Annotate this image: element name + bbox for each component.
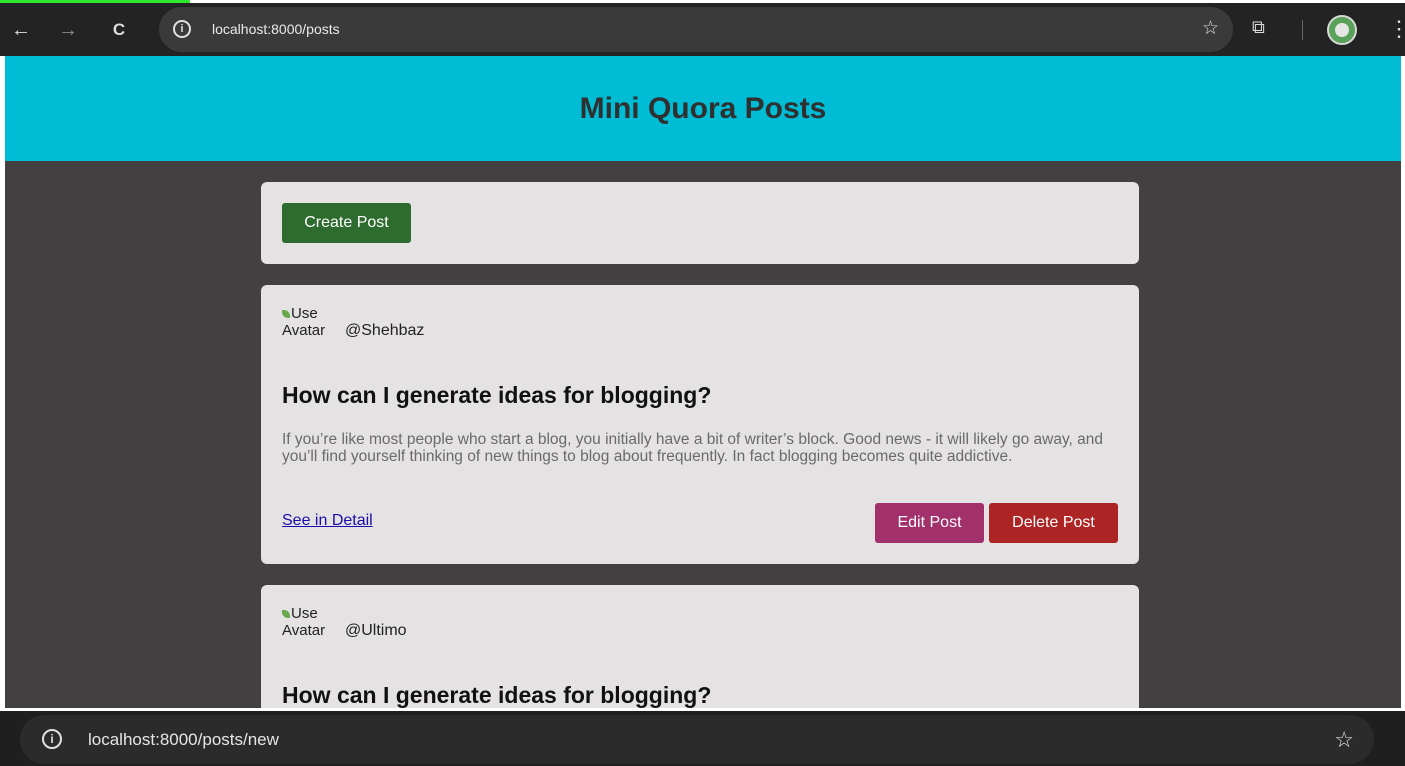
avatar-alt-text-2: Avatar <box>282 322 326 339</box>
broken-image-icon <box>282 310 290 318</box>
see-in-detail-link[interactable]: See in Detail <box>282 512 373 530</box>
post-title: How can I generate ideas for blogging? <box>282 382 712 408</box>
post-title: How can I generate ideas for blogging? <box>282 682 712 708</box>
bottom-address-bar[interactable]: i localhost:8000/posts/new ☆ <box>20 715 1374 764</box>
page-title: Mini Quora Posts <box>579 91 827 125</box>
page-header: Mini Quora Posts <box>5 56 1401 161</box>
avatar-alt-text: Use <box>291 605 318 622</box>
screenshot-frame: ← → C i localhost:8000/posts ☆ ⧉ ⋮ Mini … <box>0 0 1405 766</box>
site-info-icon[interactable]: i <box>173 20 191 38</box>
address-bar[interactable]: i localhost:8000/posts ☆ <box>159 7 1233 52</box>
post-card: Use Avatar @Ultimo How can I generate id… <box>261 585 1139 708</box>
browser-toolbar: ← → C i localhost:8000/posts ☆ ⧉ ⋮ <box>0 3 1405 56</box>
broken-image-icon <box>282 610 290 618</box>
avatar-alt-text: Use <box>291 305 318 322</box>
back-icon[interactable]: ← <box>6 15 36 45</box>
edit-post-button[interactable]: Edit Post <box>875 503 984 543</box>
create-post-card: Create Post <box>261 182 1139 264</box>
page-content: Mini Quora Posts Create Post Use Avatar … <box>5 56 1401 708</box>
create-post-button[interactable]: Create Post <box>282 203 411 243</box>
bottom-address-url[interactable]: localhost:8000/posts/new <box>88 730 279 750</box>
browser-menu-icon[interactable]: ⋮ <box>1388 16 1405 42</box>
bottom-browser-bar: i localhost:8000/posts/new ☆ <box>0 711 1405 766</box>
user-avatar: Use Avatar <box>282 305 332 345</box>
bookmark-star-icon[interactable]: ☆ <box>1202 17 1219 40</box>
extensions-icon[interactable]: ⧉ <box>1252 17 1274 41</box>
avatar-alt-text-2: Avatar <box>282 622 326 639</box>
post-card: Use Avatar @Shehbaz How can I generate i… <box>261 285 1139 564</box>
address-url[interactable]: localhost:8000/posts <box>212 21 340 37</box>
site-info-icon[interactable]: i <box>42 729 62 749</box>
user-avatar: Use Avatar <box>282 605 332 645</box>
toolbar-divider <box>1302 20 1303 40</box>
forward-icon[interactable]: → <box>53 15 83 45</box>
post-body: If you’re like most people who start a b… <box>282 431 1104 465</box>
bookmark-star-icon[interactable]: ☆ <box>1334 727 1354 753</box>
delete-post-button[interactable]: Delete Post <box>989 503 1118 543</box>
profile-avatar-icon[interactable] <box>1327 15 1357 45</box>
post-username: @Ultimo <box>345 622 407 639</box>
reload-icon[interactable]: C <box>104 15 134 45</box>
post-username: @Shehbaz <box>345 322 425 339</box>
